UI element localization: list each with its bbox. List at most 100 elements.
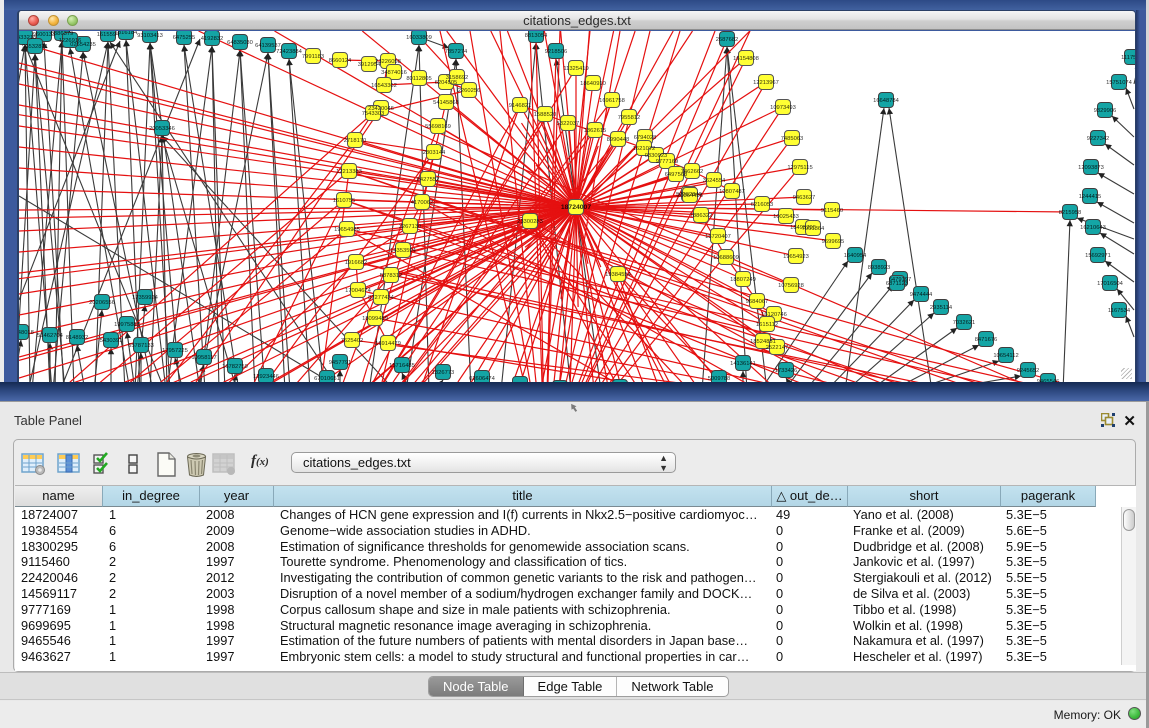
- svg-text:15751074: 15751074: [1106, 80, 1133, 86]
- svg-text:8471676: 8471676: [975, 337, 998, 343]
- svg-text:23226058: 23226058: [375, 59, 401, 65]
- svg-text:9227342: 9227342: [1087, 136, 1110, 142]
- svg-text:2522147: 2522147: [766, 345, 789, 351]
- svg-text:12093873: 12093873: [1078, 165, 1104, 171]
- svg-text:11325419: 11325419: [563, 66, 588, 72]
- svg-text:55698169: 55698169: [425, 124, 451, 130]
- svg-text:1244415: 1244415: [1079, 194, 1102, 200]
- svg-text:1362615: 1362615: [584, 128, 607, 134]
- svg-text:54145868: 54145868: [433, 100, 459, 106]
- svg-text:19654985: 19654985: [334, 227, 360, 233]
- svg-text:23300283: 23300283: [517, 219, 543, 225]
- svg-text:7955812: 7955812: [618, 115, 641, 121]
- svg-text:93103413: 93103413: [137, 33, 163, 39]
- svg-text:17359924: 17359924: [132, 295, 159, 301]
- svg-text:64835030: 64835030: [227, 40, 253, 46]
- svg-text:18807249: 18807249: [730, 277, 756, 283]
- svg-text:1610755: 1610755: [333, 198, 356, 204]
- svg-text:6794028: 6794028: [634, 135, 657, 141]
- svg-text:10688609: 10688609: [713, 255, 739, 261]
- svg-text:12975115: 12975115: [787, 165, 812, 171]
- svg-text:15716485: 15716485: [389, 363, 415, 369]
- svg-text:8386379: 8386379: [51, 31, 74, 37]
- svg-text:65787133: 65787133: [128, 343, 154, 349]
- svg-text:10025433: 10025433: [773, 214, 799, 220]
- svg-text:14136141: 14136141: [730, 361, 756, 367]
- svg-text:7886322: 7886322: [690, 213, 713, 219]
- svg-text:7857274: 7857274: [445, 49, 468, 55]
- svg-text:16543362: 16543362: [371, 83, 397, 89]
- svg-text:7032621: 7032621: [953, 320, 976, 326]
- svg-text:9699695: 9699695: [822, 239, 845, 245]
- svg-text:2260256: 2260256: [458, 88, 481, 94]
- svg-text:1640954: 1640954: [844, 253, 867, 259]
- svg-text:5878312: 5878312: [380, 273, 403, 279]
- svg-text:9474444: 9474444: [910, 292, 933, 298]
- svg-text:10973493: 10973493: [770, 105, 796, 111]
- svg-text:1588520: 1588520: [534, 112, 557, 118]
- svg-text:10756928: 10756928: [778, 283, 804, 289]
- svg-text:1117538: 1117538: [1121, 55, 1135, 61]
- svg-text:6216053: 6216053: [751, 202, 774, 208]
- svg-text:9457791: 9457791: [329, 360, 352, 366]
- svg-text:3624554: 3624554: [703, 178, 726, 184]
- svg-text:1733426: 1733426: [775, 368, 798, 374]
- svg-text:2718170: 2718170: [344, 138, 367, 144]
- svg-text:9329906: 9329906: [1094, 108, 1117, 114]
- svg-text:19384554: 19384554: [605, 272, 632, 278]
- svg-text:9218506: 9218506: [545, 49, 568, 55]
- svg-text:7485063: 7485063: [781, 136, 804, 142]
- svg-text:12923446: 12923446: [253, 374, 279, 380]
- svg-text:7961364: 7961364: [802, 226, 825, 232]
- svg-text:17004674: 17004674: [345, 288, 372, 294]
- svg-text:9463627: 9463627: [793, 195, 816, 201]
- svg-text:1916682: 1916682: [345, 260, 368, 266]
- svg-text:9245652: 9245652: [1017, 368, 1040, 374]
- svg-text:18640910: 18640910: [580, 81, 606, 87]
- svg-text:5430391: 5430391: [100, 338, 123, 344]
- svg-text:6871123: 6871123: [886, 281, 908, 287]
- svg-text:8148932: 8148932: [66, 335, 89, 341]
- svg-text:8215958: 8215958: [1059, 210, 1082, 216]
- svg-text:10958117: 10958117: [191, 355, 216, 361]
- svg-text:3267130: 3267130: [399, 224, 422, 230]
- svg-text:1621072: 1621072: [633, 146, 656, 152]
- svg-text:51462704: 51462704: [37, 333, 64, 339]
- svg-text:14353594: 14353594: [390, 248, 417, 254]
- svg-text:16961758: 16961758: [599, 98, 625, 104]
- svg-text:6475255: 6475255: [173, 35, 196, 41]
- svg-text:8427552: 8427552: [417, 177, 440, 183]
- svg-text:1615112: 1615112: [756, 322, 778, 328]
- svg-text:19975887: 19975887: [114, 322, 140, 328]
- svg-text:9115460: 9115460: [821, 208, 843, 214]
- svg-text:20364436: 20364436: [677, 193, 703, 199]
- svg-text:20206556: 20206556: [89, 300, 115, 306]
- svg-text:4192832: 4192832: [201, 36, 224, 42]
- svg-text:34874016: 34874016: [381, 70, 407, 76]
- svg-text:8813054: 8813054: [525, 33, 548, 39]
- svg-text:9684067: 9684067: [746, 299, 769, 305]
- svg-text:1226916: 1226916: [59, 38, 82, 44]
- svg-text:18724007: 18724007: [561, 204, 591, 211]
- svg-text:12213967: 12213967: [753, 80, 779, 86]
- svg-text:10807487: 10807487: [719, 189, 745, 195]
- svg-text:3158692: 3158692: [446, 75, 469, 81]
- svg-text:12213383: 12213383: [336, 169, 362, 175]
- svg-text:8938923: 8938923: [868, 265, 891, 271]
- svg-text:17016504: 17016504: [1097, 281, 1124, 287]
- svg-text:4170062: 4170062: [411, 200, 434, 206]
- svg-text:10654112: 10654112: [993, 353, 1018, 359]
- svg-text:80112805: 80112805: [406, 76, 431, 82]
- svg-text:15720407: 15720407: [705, 234, 731, 240]
- svg-text:2935114: 2935114: [930, 305, 953, 311]
- svg-text:8990448: 8990448: [607, 137, 630, 143]
- svg-text:7816184: 7816184: [115, 31, 138, 36]
- svg-text:87277434: 87277434: [368, 295, 395, 301]
- svg-text:1326773: 1326773: [432, 370, 455, 376]
- svg-text:16120746: 16120746: [761, 312, 787, 318]
- svg-text:16210643: 16210643: [1080, 225, 1106, 231]
- svg-text:16914479: 16914479: [375, 341, 401, 347]
- svg-text:20053346: 20053346: [149, 126, 175, 132]
- svg-text:19654923: 19654923: [783, 254, 809, 260]
- svg-text:1167534: 1167534: [1108, 308, 1131, 314]
